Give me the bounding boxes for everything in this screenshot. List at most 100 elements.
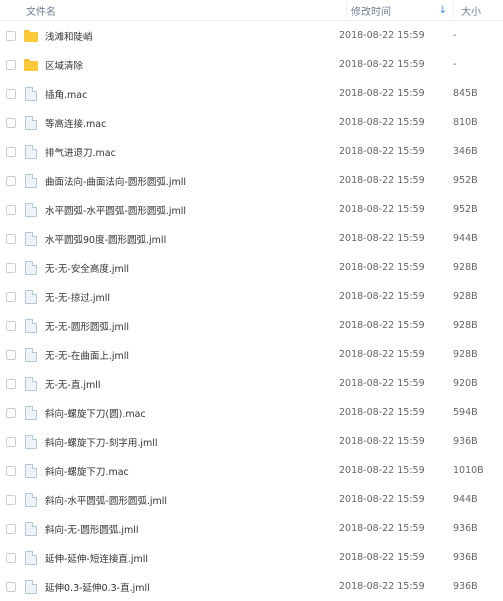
file-name-cell[interactable]: 斜向-水平圆弧-圆形圆弧.jmll (24, 492, 334, 507)
row-checkbox[interactable] (6, 262, 16, 273)
row-checkbox[interactable] (6, 204, 16, 215)
row-checkbox[interactable] (6, 59, 16, 70)
file-name[interactable]: 无-无-在曲面上.jmll (45, 348, 129, 362)
file-name-cell[interactable]: 曲面法向-曲面法向-圆形圆弧.jmll (24, 173, 334, 188)
column-header-name[interactable]: 文件名 (24, 0, 346, 20)
file-icon (25, 579, 37, 594)
file-icon (25, 376, 37, 391)
file-row[interactable]: 无-无-安全高度.jmll 2018-08-22 15:59 928B (0, 253, 503, 282)
file-size: 952B (453, 204, 478, 215)
row-checkbox[interactable] (6, 349, 16, 360)
file-name[interactable]: 曲面法向-曲面法向-圆形圆弧.jmll (45, 174, 186, 188)
file-row[interactable]: 无-无-直.jmll 2018-08-22 15:59 920B (0, 369, 503, 398)
file-row[interactable]: 延伸0.3-延伸0.3-直.jmll 2018-08-22 15:59 936B (0, 572, 503, 601)
file-name-cell[interactable]: 插角.mac (24, 86, 334, 101)
file-name-cell[interactable]: 无-无-安全高度.jmll (24, 260, 334, 275)
file-row[interactable]: 斜向-螺旋下刀(圆).mac 2018-08-22 15:59 594B (0, 398, 503, 427)
file-name[interactable]: 斜向-水平圆弧-圆形圆弧.jmll (45, 493, 167, 507)
row-checkbox[interactable] (6, 523, 16, 534)
file-name[interactable]: 延伸-延伸-短连接直.jmll (45, 551, 148, 565)
file-name-cell[interactable]: 斜向-螺旋下刀(圆).mac (24, 405, 334, 420)
row-checkbox[interactable] (6, 320, 16, 331)
file-name-cell[interactable]: 水平圆弧90度-圆形圆弧.jmll (24, 231, 334, 246)
file-name-cell[interactable]: 延伸0.3-延伸0.3-直.jmll (24, 579, 334, 594)
row-checkbox[interactable] (6, 175, 16, 186)
file-name[interactable]: 排气进退刀.mac (45, 145, 116, 159)
file-row[interactable]: 水平圆弧90度-圆形圆弧.jmll 2018-08-22 15:59 944B (0, 224, 503, 253)
file-name[interactable]: 插角.mac (45, 87, 87, 101)
column-header-time[interactable]: 修改时间 ↓ (346, 0, 453, 20)
file-name[interactable]: 无-无-安全高度.jmll (45, 261, 129, 275)
file-list: 文件名 修改时间 ↓ 大小 浅滩和陡峭 2018-08-22 15:59- 区域清除… (0, 0, 503, 600)
file-name-cell[interactable]: 延伸-延伸-短连接直.jmll (24, 550, 334, 565)
file-row[interactable]: 无-无-圆形圆弧.jmll 2018-08-22 15:59 928B (0, 311, 503, 340)
file-name-cell[interactable]: 等高连接.mac (24, 115, 334, 130)
file-name-cell[interactable]: 区域清除 (24, 58, 334, 72)
row-checkbox[interactable] (6, 233, 16, 244)
row-checkbox[interactable] (6, 88, 16, 99)
sort-arrow-down-icon[interactable]: ↓ (439, 5, 447, 16)
file-name-cell[interactable]: 排气进退刀.mac (24, 144, 334, 159)
row-checkbox[interactable] (6, 378, 16, 389)
file-row[interactable]: 斜向-螺旋下刀-刻字用.jmll 2018-08-22 15:59 936B (0, 427, 503, 456)
file-name-cell[interactable]: 水平圆弧-水平圆弧-圆形圆弧.jmll (24, 202, 334, 217)
column-header-size-label: 大小 (461, 6, 481, 18)
file-name[interactable]: 浅滩和陡峭 (45, 29, 93, 43)
row-checkbox[interactable] (6, 407, 16, 418)
folder-icon (24, 58, 38, 72)
row-checkbox[interactable] (6, 291, 16, 302)
file-name[interactable]: 水平圆弧90度-圆形圆弧.jmll (45, 232, 166, 246)
file-row[interactable]: 斜向-螺旋下刀.mac 2018-08-22 15:59 1010B (0, 456, 503, 485)
row-check-cell (0, 262, 24, 273)
file-name[interactable]: 无-无-圆形圆弧.jmll (45, 319, 129, 333)
file-name-cell[interactable]: 斜向-螺旋下刀-刻字用.jmll (24, 434, 334, 449)
row-checkbox[interactable] (6, 436, 16, 447)
file-row[interactable]: 浅滩和陡峭 2018-08-22 15:59 - (0, 21, 503, 50)
file-name[interactable]: 斜向-螺旋下刀.mac (45, 464, 129, 478)
file-name[interactable]: 斜向-螺旋下刀-刻字用.jmll (45, 435, 158, 449)
file-modified-time: 2018-08-22 15:59 (339, 320, 425, 331)
file-name[interactable]: 无-无-掠过.jmll (45, 290, 110, 304)
file-modified-time: 2018-08-22 15:59 (339, 494, 425, 505)
file-icon (25, 434, 37, 449)
file-name[interactable]: 延伸0.3-延伸0.3-直.jmll (45, 580, 150, 594)
file-modified-time: 2018-08-22 15:59 (339, 59, 425, 70)
row-checkbox[interactable] (6, 30, 16, 41)
file-name[interactable]: 斜向-无-圆形圆弧.jmll (45, 522, 139, 536)
file-row[interactable]: 斜向-水平圆弧-圆形圆弧.jmll 2018-08-22 15:59 944B (0, 485, 503, 514)
file-row[interactable]: 斜向-无-圆形圆弧.jmll 2018-08-22 15:59 936B (0, 514, 503, 543)
file-name-cell[interactable]: 无-无-圆形圆弧.jmll (24, 318, 334, 333)
file-row[interactable]: 无-无-掠过.jmll 2018-08-22 15:59 928B (0, 282, 503, 311)
file-name[interactable]: 等高连接.mac (45, 116, 106, 130)
file-name-cell[interactable]: 无-无-直.jmll (24, 376, 334, 391)
file-name-cell[interactable]: 斜向-螺旋下刀.mac (24, 463, 334, 478)
file-modified-time: 2018-08-22 15:59 (339, 262, 425, 273)
file-name[interactable]: 水平圆弧-水平圆弧-圆形圆弧.jmll (45, 203, 186, 217)
file-row[interactable]: 无-无-在曲面上.jmll 2018-08-22 15:59 928B (0, 340, 503, 369)
row-checkbox[interactable] (6, 465, 16, 476)
file-modified-time: 2018-08-22 15:59 (339, 204, 425, 215)
file-icon (25, 347, 37, 362)
row-checkbox[interactable] (6, 581, 16, 592)
file-row[interactable]: 曲面法向-曲面法向-圆形圆弧.jmll 2018-08-22 15:59 952B (0, 166, 503, 195)
row-checkbox[interactable] (6, 117, 16, 128)
file-name-cell[interactable]: 无-无-掠过.jmll (24, 289, 334, 304)
row-check-cell (0, 552, 24, 563)
file-row[interactable]: 水平圆弧-水平圆弧-圆形圆弧.jmll 2018-08-22 15:59 952B (0, 195, 503, 224)
file-row[interactable]: 区域清除 2018-08-22 15:59 - (0, 50, 503, 79)
file-name-cell[interactable]: 无-无-在曲面上.jmll (24, 347, 334, 362)
row-checkbox[interactable] (6, 494, 16, 505)
file-row[interactable]: 等高连接.mac 2018-08-22 15:59 810B (0, 108, 503, 137)
file-name[interactable]: 斜向-螺旋下刀(圆).mac (45, 406, 146, 420)
file-name-cell[interactable]: 斜向-无-圆形圆弧.jmll (24, 521, 334, 536)
file-row[interactable]: 延伸-延伸-短连接直.jmll 2018-08-22 15:59 936B (0, 543, 503, 572)
column-header-size[interactable]: 大小 (453, 0, 503, 20)
file-row[interactable]: 插角.mac 2018-08-22 15:59 845B (0, 79, 503, 108)
file-name[interactable]: 区域清除 (45, 58, 83, 72)
file-icon (25, 550, 37, 565)
file-name[interactable]: 无-无-直.jmll (45, 377, 101, 391)
row-checkbox[interactable] (6, 146, 16, 157)
row-checkbox[interactable] (6, 552, 16, 563)
file-row[interactable]: 排气进退刀.mac 2018-08-22 15:59 346B (0, 137, 503, 166)
file-name-cell[interactable]: 浅滩和陡峭 (24, 29, 334, 43)
